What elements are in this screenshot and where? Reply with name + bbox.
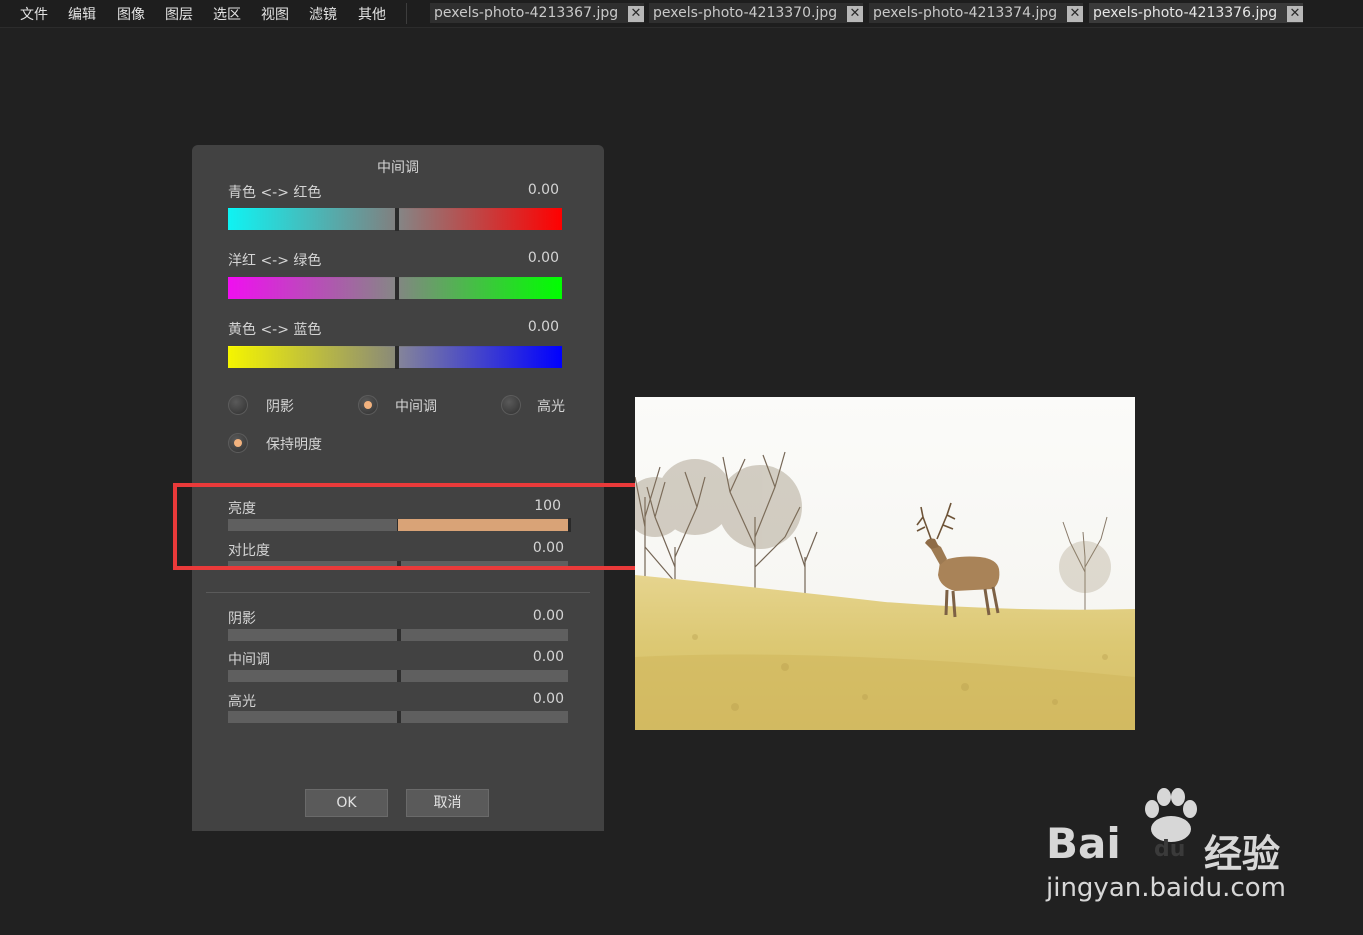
tab-label: pexels-photo-4213370.jpg	[653, 5, 838, 21]
midtones-option-label[interactable]: 中间调	[395, 396, 437, 416]
midtones-level-value: 0.00	[532, 649, 564, 665]
preserve-luminosity-label[interactable]: 保持明度	[266, 434, 322, 454]
menu-filter[interactable]: 滤镜	[309, 4, 337, 24]
menu-select[interactable]: 选区	[213, 4, 241, 24]
shadows-level-value: 0.00	[532, 608, 564, 624]
close-icon[interactable]: ✕	[847, 6, 863, 22]
slider-handle[interactable]	[397, 711, 401, 723]
menu-edit[interactable]: 编辑	[68, 4, 96, 24]
yellow-blue-value: 0.00	[527, 319, 559, 335]
menu-view[interactable]: 视图	[261, 4, 289, 24]
close-icon[interactable]: ✕	[1067, 6, 1083, 22]
tab-label: pexels-photo-4213376.jpg	[1093, 5, 1278, 21]
slider-handle[interactable]	[395, 346, 399, 369]
highlights-radio[interactable]	[501, 395, 521, 415]
baidu-jingyan-watermark: Bai du 经验 jingyan.baidu.com	[1040, 785, 1340, 915]
deer-landscape-image	[635, 397, 1135, 730]
watermark-brand: Bai	[1046, 819, 1121, 868]
tab-photo-4-active[interactable]: pexels-photo-4213376.jpg ✕	[1089, 3, 1303, 23]
slider-handle[interactable]	[397, 670, 401, 682]
highlights-level-value: 0.00	[532, 691, 564, 707]
paw-logo-icon	[1145, 788, 1197, 842]
menu-image[interactable]: 图像	[117, 4, 145, 24]
highlight-annotation-box	[173, 483, 656, 570]
menu-layer[interactable]: 图层	[165, 4, 193, 24]
highlights-option-label[interactable]: 高光	[537, 396, 565, 416]
highlights-level-slider[interactable]	[228, 711, 568, 723]
midtones-radio[interactable]	[358, 395, 378, 415]
shadows-level-slider[interactable]	[228, 629, 568, 641]
selected-dot-icon	[234, 439, 242, 447]
cyan-red-slider[interactable]	[228, 208, 562, 231]
shadows-level-label: 阴影	[228, 611, 256, 627]
close-icon[interactable]: ✕	[1287, 6, 1303, 22]
yellow-blue-slider[interactable]	[228, 346, 562, 369]
slider-handle[interactable]	[397, 629, 401, 641]
section-divider	[206, 592, 590, 593]
tab-photo-3[interactable]: pexels-photo-4213374.jpg ✕	[869, 3, 1083, 23]
menu-bar: 文件 编辑 图像 图层 选区 视图 滤镜 其他 pexels-photo-421…	[0, 0, 1363, 28]
tab-label: pexels-photo-4213367.jpg	[434, 5, 619, 21]
midtones-level-label: 中间调	[228, 652, 270, 668]
ok-button[interactable]: OK	[305, 789, 388, 817]
magenta-green-value: 0.00	[527, 250, 559, 266]
watermark-url: jingyan.baidu.com	[1046, 873, 1286, 903]
cyan-red-value: 0.00	[527, 182, 559, 198]
preserve-luminosity-radio[interactable]	[228, 433, 248, 453]
menu-file[interactable]: 文件	[20, 4, 48, 24]
menu-more[interactable]: 其他	[358, 4, 386, 24]
slider-handle[interactable]	[395, 277, 399, 300]
shadows-option-label[interactable]: 阴影	[266, 396, 294, 416]
menu-divider	[406, 3, 407, 24]
magenta-green-slider[interactable]	[228, 277, 562, 300]
cyan-red-label: 青色 <-> 红色	[228, 185, 322, 201]
watermark-paw-text: du	[1154, 837, 1186, 862]
tab-label: pexels-photo-4213374.jpg	[873, 5, 1058, 21]
close-icon[interactable]: ✕	[628, 6, 644, 22]
slider-handle[interactable]	[395, 208, 399, 231]
dialog-title: 中间调	[377, 160, 419, 176]
yellow-blue-label: 黄色 <-> 蓝色	[228, 322, 322, 338]
tab-photo-2[interactable]: pexels-photo-4213370.jpg ✕	[649, 3, 863, 23]
shadows-radio[interactable]	[228, 395, 248, 415]
tab-photo-1[interactable]: pexels-photo-4213367.jpg ✕	[430, 3, 644, 23]
cancel-button[interactable]: 取消	[406, 789, 489, 817]
selected-dot-icon	[364, 401, 372, 409]
midtones-level-slider[interactable]	[228, 670, 568, 682]
highlights-level-label: 高光	[228, 694, 256, 710]
magenta-green-label: 洋红 <-> 绿色	[228, 253, 322, 269]
watermark-jingyan: 经验	[1204, 832, 1281, 876]
photo-preview	[635, 397, 1135, 730]
